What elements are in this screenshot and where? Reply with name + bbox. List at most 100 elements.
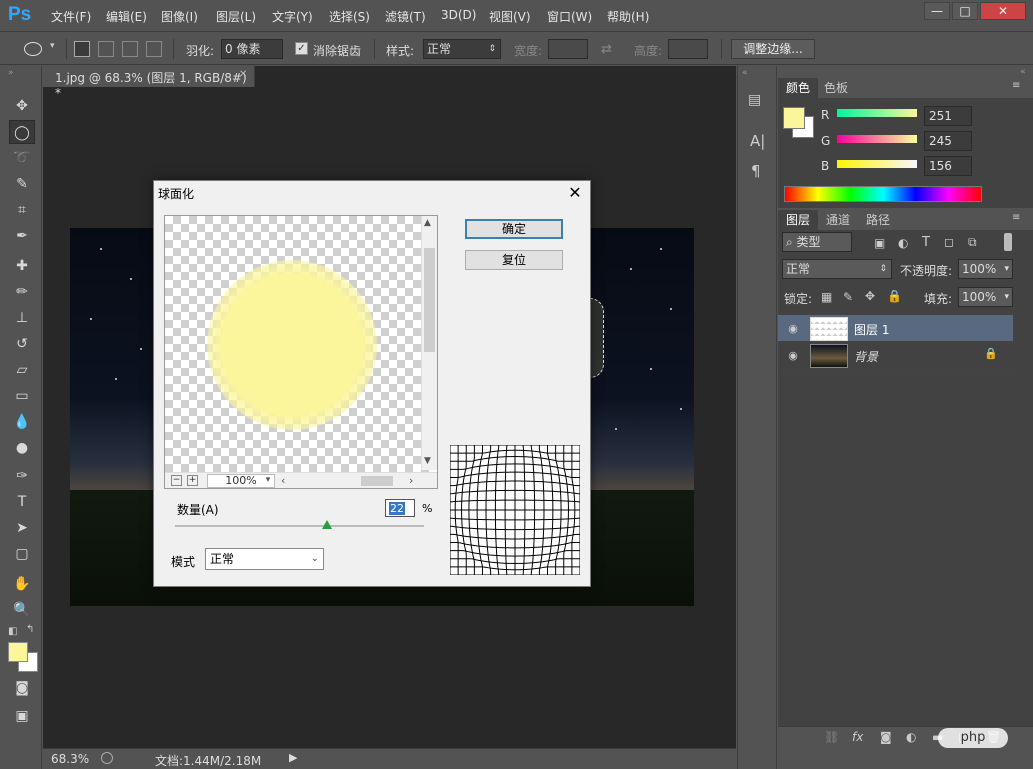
scroll-right-icon[interactable]: › <box>409 474 413 487</box>
blend-mode-select[interactable]: 正常 ⇕ <box>782 259 892 279</box>
gradient-tool-icon[interactable]: ▭ <box>9 384 35 408</box>
zoom-tool-icon[interactable]: 🔍 <box>9 598 35 622</box>
intersect-selection-icon[interactable] <box>146 41 162 57</box>
menu-type[interactable]: 文字(Y) <box>272 8 313 25</box>
tab-color[interactable]: 颜色 <box>778 78 819 98</box>
character-panel-icon[interactable]: A| <box>750 132 765 150</box>
zoom-out-icon[interactable]: − <box>171 475 182 486</box>
menu-image[interactable]: 图像(I) <box>161 8 198 25</box>
scroll-left-icon[interactable]: ‹ <box>281 474 285 487</box>
filter-shape-icon[interactable]: ◻ <box>944 235 954 249</box>
crop-tool-icon[interactable]: ⌗ <box>9 198 35 222</box>
maximize-button[interactable]: □ <box>952 2 978 20</box>
menu-select[interactable]: 选择(S) <box>329 8 370 25</box>
new-selection-icon[interactable] <box>74 41 90 57</box>
layer-name[interactable]: 图层 1 <box>854 321 889 338</box>
amount-slider-track[interactable] <box>175 525 424 527</box>
menu-file[interactable]: 文件(F) <box>51 8 91 25</box>
channel-b-slider[interactable] <box>837 160 917 168</box>
lock-image-icon[interactable]: ✎ <box>843 290 853 304</box>
status-info-icon[interactable] <box>101 752 113 764</box>
menu-view[interactable]: 视图(V) <box>489 8 531 25</box>
foreground-color-chip[interactable] <box>783 107 805 129</box>
document-tab[interactable]: 1.jpg @ 68.3% (图层 1, RGB/8#) * ✕ <box>43 66 255 100</box>
filter-preview[interactable]: ▲ ▼ − + 100% ▾ ‹ › <box>164 215 438 489</box>
add-to-selection-icon[interactable] <box>98 41 114 57</box>
pen-tool-icon[interactable]: ✑ <box>9 464 35 488</box>
zoom-in-icon[interactable]: + <box>187 475 198 486</box>
subtract-selection-icon[interactable] <box>122 41 138 57</box>
elliptical-marquee-tool-icon[interactable]: ◯ <box>9 120 35 144</box>
swap-icon[interactable]: ⇄ <box>601 42 612 57</box>
visibility-eye-icon[interactable]: ◉ <box>786 322 800 336</box>
preview-vertical-scrollbar[interactable]: ▲ ▼ <box>421 216 437 470</box>
quick-selection-tool-icon[interactable]: ✎ <box>9 172 35 196</box>
visibility-eye-icon[interactable]: ◉ <box>786 349 800 363</box>
dodge-tool-icon[interactable]: ● <box>9 436 35 460</box>
lock-transparent-icon[interactable]: ▦ <box>821 290 832 304</box>
menu-edit[interactable]: 编辑(E) <box>106 8 147 25</box>
status-menu-arrow-icon[interactable]: ▶ <box>289 751 297 764</box>
menu-filter[interactable]: 滤镜(T) <box>385 8 426 25</box>
minimize-button[interactable]: — <box>924 2 950 20</box>
h-scrollbar-thumb[interactable] <box>361 476 393 486</box>
lasso-tool-icon[interactable]: ➰ <box>9 146 35 170</box>
style-select[interactable]: 正常 ⇕ <box>423 39 501 59</box>
channel-b-input[interactable]: 156 <box>924 156 972 176</box>
menu-layer[interactable]: 图层(L) <box>216 8 256 25</box>
mode-select[interactable]: 正常 ⌄ <box>205 548 324 570</box>
amount-slider-thumb[interactable] <box>321 520 332 529</box>
layer-filter-select[interactable]: ⌕ 类型 <box>782 232 852 252</box>
channel-g-input[interactable]: 245 <box>924 131 972 151</box>
refine-edge-button[interactable]: 调整边缘... <box>731 39 815 59</box>
layer-style-icon[interactable]: fx <box>852 730 863 744</box>
channel-g-slider[interactable] <box>837 135 917 143</box>
link-layers-icon[interactable]: ⛓ <box>824 730 839 744</box>
add-mask-icon[interactable]: ◙ <box>880 730 892 744</box>
scroll-down-icon[interactable]: ▼ <box>424 456 431 466</box>
type-tool-icon[interactable]: T <box>9 490 35 514</box>
filter-pixel-icon[interactable]: ▣ <box>874 236 885 250</box>
tab-paths[interactable]: 路径 <box>858 210 898 230</box>
antialias-checkbox[interactable]: ✓ <box>295 42 308 55</box>
history-brush-tool-icon[interactable]: ↺ <box>9 332 35 356</box>
feather-input[interactable]: 0 像素 <box>221 39 283 59</box>
foreground-color-swatch[interactable] <box>8 642 28 662</box>
filter-toggle-switch[interactable] <box>1004 233 1012 251</box>
filter-type-icon[interactable]: T <box>922 235 930 250</box>
filter-smart-object-icon[interactable]: ⧉ <box>968 235 977 250</box>
eyedropper-tool-icon[interactable]: ✒ <box>9 224 35 248</box>
amount-input[interactable]: 22 <box>385 499 415 517</box>
reset-button[interactable]: 复位 <box>465 250 563 270</box>
quick-mask-icon[interactable]: ◙ <box>9 676 35 700</box>
fill-input[interactable]: 100% ▾ <box>958 287 1013 307</box>
menu-window[interactable]: 窗口(W) <box>547 8 592 25</box>
close-tab-icon[interactable]: ✕ <box>239 69 247 80</box>
brush-tool-icon[interactable]: ✏ <box>9 280 35 304</box>
color-spectrum-bar[interactable] <box>784 186 982 202</box>
menu-help[interactable]: 帮助(H) <box>607 8 649 25</box>
scrollbar-thumb[interactable] <box>424 248 435 352</box>
default-colors-icon[interactable]: ◧ <box>8 626 17 637</box>
paragraph-panel-icon[interactable]: ¶ <box>751 162 761 180</box>
blur-tool-icon[interactable]: 💧 <box>9 410 35 434</box>
filter-adjustment-icon[interactable]: ◐ <box>898 236 908 250</box>
collapse-strip-icon[interactable]: « <box>742 68 748 78</box>
rectangle-tool-icon[interactable]: ▢ <box>9 542 35 566</box>
menu-3d[interactable]: 3D(D) <box>441 8 476 22</box>
layers-menu-icon[interactable]: ≡ <box>1012 212 1020 223</box>
ok-button[interactable]: 确定 <box>465 219 563 239</box>
move-tool-icon[interactable]: ✥ <box>9 94 35 118</box>
close-icon[interactable]: ✕ <box>564 183 586 203</box>
hand-tool-icon[interactable]: ✋ <box>9 572 35 596</box>
layer-name[interactable]: 背景 <box>854 348 878 365</box>
scroll-up-icon[interactable]: ▲ <box>424 218 431 228</box>
collapse-icon[interactable]: » <box>8 68 14 78</box>
tool-preset-dropdown-icon[interactable]: ▾ <box>50 41 55 51</box>
tab-layers[interactable]: 图层 <box>778 210 819 230</box>
zoom-level[interactable]: 68.3% <box>51 752 89 766</box>
tab-swatches[interactable]: 色板 <box>816 78 856 98</box>
elliptical-marquee-icon[interactable] <box>24 42 42 56</box>
eraser-tool-icon[interactable]: ▱ <box>9 358 35 382</box>
layer-row-background[interactable]: ◉ 背景 🔒 <box>778 342 1013 370</box>
